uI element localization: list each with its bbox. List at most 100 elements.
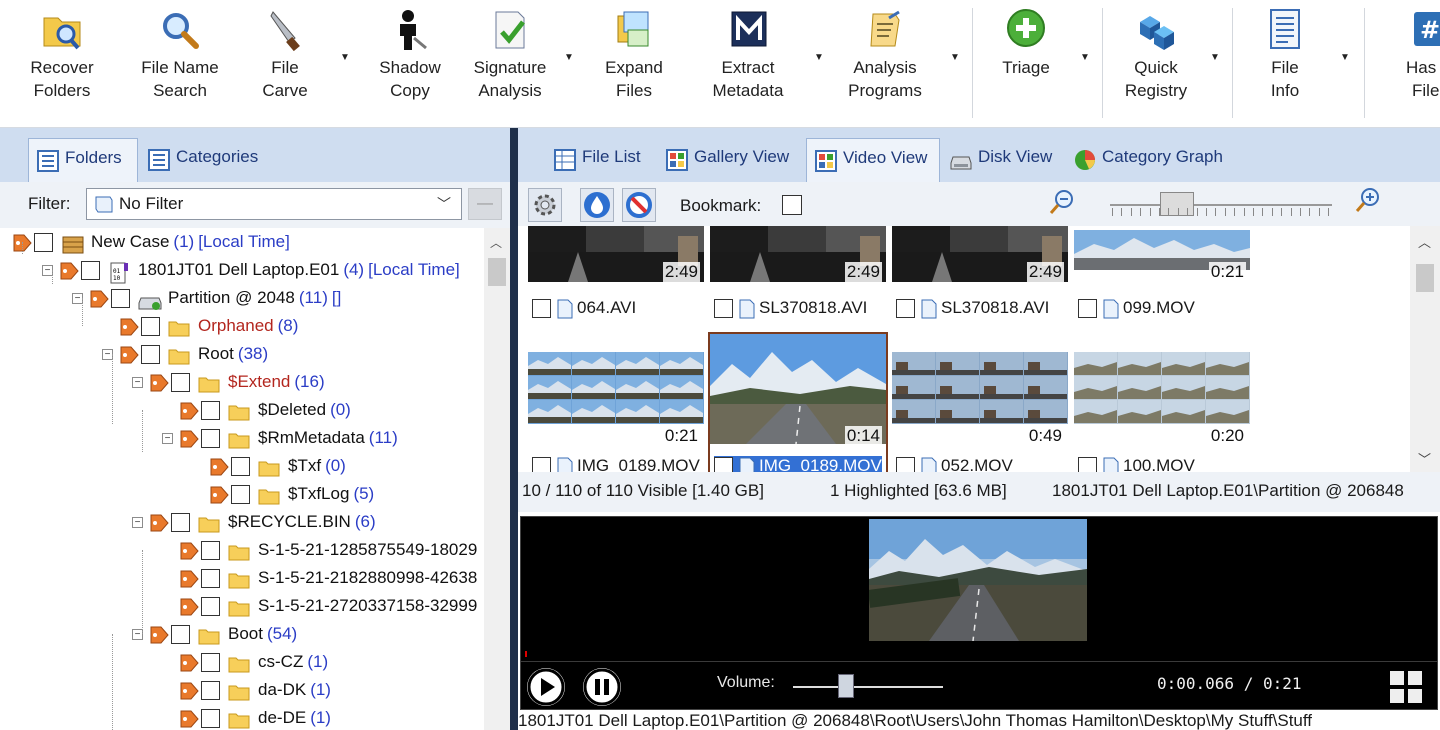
zoom-in-icon[interactable] [1354, 186, 1382, 219]
tab-category-graph[interactable]: Category Graph [1066, 138, 1242, 182]
filter-dropdown[interactable]: No Filter ﹀ [86, 188, 462, 220]
pause-button[interactable] [583, 668, 621, 706]
tree-checkbox[interactable] [231, 457, 250, 477]
video-thumbnail[interactable] [1074, 352, 1250, 424]
selection-tag-icon[interactable] [179, 569, 199, 589]
tree-checkbox[interactable] [141, 317, 160, 337]
tree-checkbox[interactable] [171, 625, 190, 645]
tab-folders[interactable]: Folders [28, 138, 138, 182]
video-label[interactable]: SL370818.AVI [896, 298, 1049, 319]
video-checkbox[interactable] [532, 299, 551, 319]
selection-tag-icon[interactable] [179, 597, 199, 617]
video-checkbox[interactable] [896, 457, 915, 472]
tree-node[interactable]: − Boot (54) [132, 620, 297, 648]
scroll-thumb[interactable] [488, 258, 506, 286]
selection-tag-icon[interactable] [89, 289, 109, 309]
tree-checkbox[interactable] [81, 261, 100, 281]
selection-tag-icon[interactable] [179, 429, 199, 449]
file-info-dropdown-arrow[interactable]: ▼ [1340, 52, 1350, 63]
tree-checkbox[interactable] [201, 597, 220, 617]
tab-categories[interactable]: Categories [140, 138, 270, 182]
selection-tag-icon[interactable] [179, 653, 199, 673]
tree-node[interactable]: − $RmMetadata (11) [162, 424, 398, 452]
tree-node[interactable]: S-1-5-21-2720337158-32999 [162, 592, 477, 620]
file-carve-dropdown-arrow[interactable]: ▼ [340, 52, 350, 63]
tree-collapse-toggle[interactable]: − [162, 433, 173, 445]
video-checkbox[interactable] [1078, 457, 1097, 472]
video-checkbox[interactable] [1078, 299, 1097, 319]
tree-node[interactable]: $Deleted (0) [162, 396, 351, 424]
tree-node[interactable]: − $Extend (16) [132, 368, 325, 396]
zoom-out-icon[interactable] [1048, 188, 1076, 221]
filter-clear-button[interactable]: — [468, 188, 502, 220]
tree-checkbox[interactable] [201, 653, 220, 673]
volume-slider-track[interactable] [793, 686, 943, 688]
video-checkbox[interactable] [532, 457, 551, 472]
volume-slider-thumb[interactable] [837, 674, 854, 698]
extract-metadata-button[interactable]: Extract Metadata [704, 8, 792, 102]
video-item[interactable]: 0:14 IMG_0189.MOV [708, 332, 888, 472]
video-item[interactable]: 0:20 100.MOV [1074, 334, 1250, 472]
pane-divider[interactable] [510, 128, 518, 730]
settings-button[interactable] [528, 188, 562, 222]
tree-node[interactable]: − $RECYCLE.BIN (6) [132, 508, 376, 536]
selection-tag-icon[interactable] [179, 541, 199, 561]
tree-checkbox[interactable] [201, 569, 220, 589]
tree-node[interactable]: S-1-5-21-1285875549-18029 [162, 536, 477, 564]
video-item[interactable]: 0:49 052.MOV [892, 334, 1068, 472]
tree-checkbox[interactable] [34, 233, 53, 253]
tree-checkbox[interactable] [171, 373, 190, 393]
video-checkbox[interactable] [896, 299, 915, 319]
tab-video-view[interactable]: Video View [806, 138, 940, 182]
tree-checkbox[interactable] [201, 429, 220, 449]
tree-checkbox[interactable] [201, 681, 220, 701]
tree-node[interactable]: cs-CZ (1) [162, 648, 328, 676]
scroll-up-icon[interactable]: ︿ [490, 234, 502, 251]
signature-analysis-button[interactable]: Signature Analysis [468, 8, 552, 102]
tree-checkbox[interactable] [141, 345, 160, 365]
triage-button[interactable]: Triage [996, 8, 1056, 79]
tab-gallery-view[interactable]: Gallery View [658, 138, 798, 182]
tree-node[interactable]: −01 10 1801JT01 Dell Laptop.E01 (4) [Local T… [42, 256, 460, 284]
selection-tag-icon[interactable] [59, 261, 79, 281]
video-label[interactable]: SL370818.AVI [714, 298, 867, 319]
selection-tag-icon[interactable] [179, 401, 199, 421]
tree-collapse-toggle[interactable]: − [132, 517, 143, 529]
tree-collapse-toggle[interactable]: − [132, 377, 143, 389]
tree-node[interactable]: Orphaned (8) [102, 312, 298, 340]
selection-tag-icon[interactable] [179, 681, 199, 701]
tree-node[interactable]: de-DE (1) [162, 704, 331, 730]
selection-tag-icon[interactable] [209, 485, 229, 505]
analysis-programs-button[interactable]: Analysis Programs [842, 8, 928, 102]
expand-files-button[interactable]: Expand Files [602, 8, 666, 102]
tree-node[interactable]: S-1-5-21-2182880998-42638 [162, 564, 477, 592]
block-button[interactable] [622, 188, 656, 222]
analysis-programs-dropdown-arrow[interactable]: ▼ [950, 52, 960, 63]
tree-node[interactable]: − Partition @ 2048 (11)[] [72, 284, 341, 312]
video-label[interactable]: 052.MOV [896, 456, 1013, 472]
selection-tag-icon[interactable] [149, 373, 169, 393]
selection-tag-icon[interactable] [119, 345, 139, 365]
video-item[interactable]: 0:21 IMG_0189.MOV [528, 334, 704, 472]
bookmark-checkbox[interactable] [782, 195, 802, 215]
water-drop-button[interactable] [580, 188, 614, 222]
file-info-button[interactable]: File Info [1260, 8, 1310, 102]
quick-registry-button[interactable]: Quick Registry [1120, 8, 1192, 102]
selection-tag-icon[interactable] [149, 625, 169, 645]
tree-node[interactable]: $Txf (0) [192, 452, 346, 480]
file-carve-button[interactable]: File Carve [256, 8, 314, 102]
tree-scrollbar[interactable]: ︿ [484, 228, 510, 730]
tab-disk-view[interactable]: Disk View [942, 138, 1062, 182]
quick-registry-dropdown-arrow[interactable]: ▼ [1210, 52, 1220, 63]
video-checkbox[interactable] [714, 299, 733, 319]
scroll-down-icon[interactable]: ﹀ [1418, 449, 1431, 468]
zoom-slider-track[interactable] [1110, 204, 1332, 206]
tree-node[interactable]: $TxfLog (5) [192, 480, 374, 508]
selection-tag-icon[interactable] [149, 513, 169, 533]
signature-analysis-dropdown-arrow[interactable]: ▼ [564, 52, 574, 63]
tree-checkbox[interactable] [201, 541, 220, 561]
extract-metadata-dropdown-arrow[interactable]: ▼ [814, 52, 824, 63]
video-label[interactable]: 064.AVI [532, 298, 636, 319]
video-thumbnail[interactable] [892, 352, 1068, 424]
triage-dropdown-arrow[interactable]: ▼ [1080, 52, 1090, 63]
